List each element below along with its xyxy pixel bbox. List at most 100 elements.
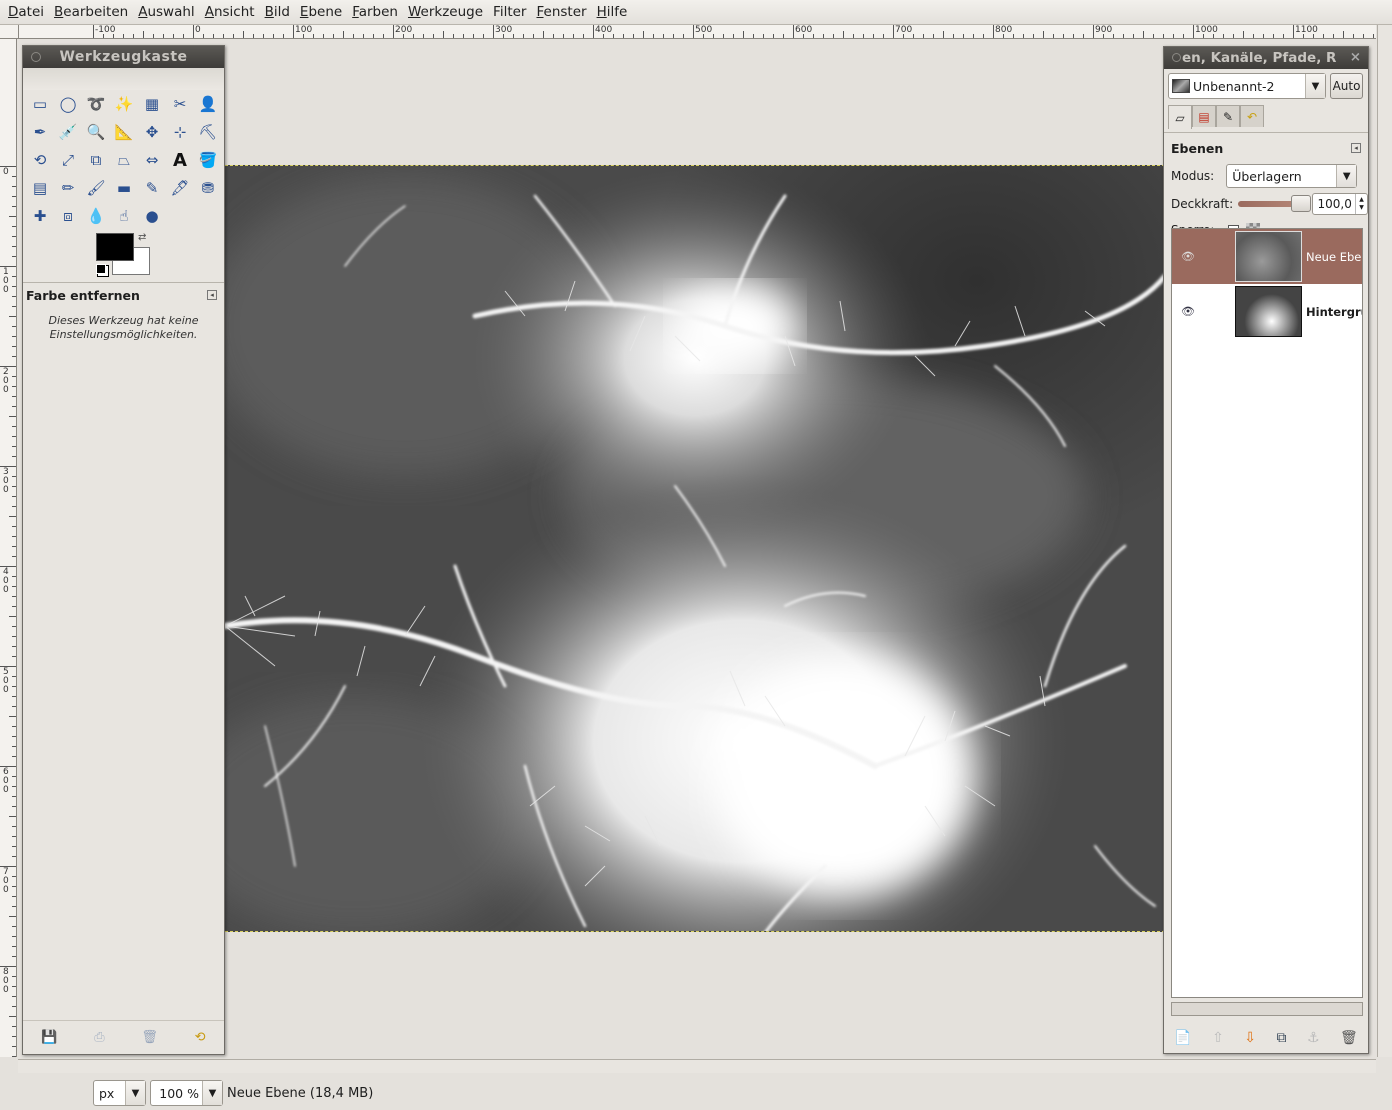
measure-icon[interactable]: 📐 xyxy=(110,118,138,146)
flip-icon[interactable]: ⇔ xyxy=(138,146,166,174)
raise-layer-icon[interactable]: ⇧ xyxy=(1212,1030,1224,1046)
scale-icon[interactable]: ⤢ xyxy=(54,146,82,174)
delete-icon[interactable]: 🗑 xyxy=(141,1030,158,1045)
layer-name: Hintergrund xyxy=(1306,304,1362,319)
clone-icon[interactable]: ⛃ xyxy=(194,174,222,202)
rotate-icon[interactable]: ⟲ xyxy=(26,146,54,174)
delete-layer-icon[interactable]: 🗑 xyxy=(1340,1030,1358,1046)
default-colors-icon[interactable] xyxy=(96,264,106,274)
close-icon[interactable]: × xyxy=(1350,49,1361,65)
image-canvas[interactable] xyxy=(225,165,1165,932)
image-selector[interactable]: Unbenannt-2 ▼ xyxy=(1168,73,1326,99)
paintbrush-icon[interactable]: 🖌 xyxy=(82,174,110,202)
opacity-slider-handle[interactable] xyxy=(1291,195,1312,212)
foreground-select-icon[interactable]: 👤 xyxy=(194,90,222,118)
menu-fenster[interactable]: Fenster xyxy=(531,0,591,25)
fuzzy-select-icon[interactable]: ✨ xyxy=(110,90,138,118)
blur-icon[interactable]: 💧 xyxy=(82,202,110,230)
opacity-slider[interactable] xyxy=(1238,195,1312,212)
ruler-label: 300 xyxy=(3,467,9,495)
menu-auswahl[interactable]: Auswahl xyxy=(133,0,199,25)
dodge-burn-icon[interactable]: ● xyxy=(138,202,166,230)
dock-titlebar[interactable]: en, Kanäle, Pfade, R × xyxy=(1164,47,1368,69)
duplicate-layer-icon[interactable]: ⧉ xyxy=(1276,1030,1286,1046)
menu-datei[interactable]: Datei xyxy=(3,0,49,25)
pencil-icon[interactable]: ✏ xyxy=(54,174,82,202)
reset-icon[interactable]: ⟲ xyxy=(195,1030,206,1045)
vertical-scrollbar[interactable] xyxy=(1377,25,1392,1057)
lower-layer-icon[interactable]: ⇩ xyxy=(1244,1030,1256,1046)
anchor-layer-icon[interactable]: ⚓ xyxy=(1307,1030,1320,1046)
unit-select[interactable]: px ▼ xyxy=(93,1080,146,1106)
menu-filter[interactable]: Filter xyxy=(488,0,531,25)
menu-bearbeiten[interactable]: Bearbeiten xyxy=(49,0,133,25)
layer-row[interactable]: 👁 Neue Ebene xyxy=(1172,229,1362,284)
ruler-tick xyxy=(1193,25,1194,38)
mode-select[interactable]: Überlagern ▼ xyxy=(1226,164,1358,188)
zoom-icon[interactable]: 🔍 xyxy=(82,118,110,146)
text-icon[interactable]: A xyxy=(166,146,194,174)
toolbox-titlebar[interactable]: Werkzeugkaste xyxy=(23,46,224,68)
chevron-down-icon: ▼ xyxy=(1336,165,1357,187)
horizontal-ruler[interactable]: -100 0 100 200 300 400 500 600 700 800 900 1000 1100 xyxy=(19,25,1376,39)
smudge-icon[interactable]: ☝ xyxy=(110,202,138,230)
select-by-color-icon[interactable]: ▦ xyxy=(138,90,166,118)
ruler-corner[interactable] xyxy=(0,25,19,39)
perspective-icon[interactable]: ⏢ xyxy=(110,146,138,174)
layer-list-scrollbar[interactable] xyxy=(1171,1002,1363,1016)
menu-ebene[interactable]: Ebene xyxy=(295,0,347,25)
opacity-input[interactable]: 100,0 ▲ ▼ xyxy=(1312,193,1368,215)
ellipse-select-icon[interactable]: ◯ xyxy=(54,90,82,118)
eraser-icon[interactable]: ▬ xyxy=(110,174,138,202)
zoom-select[interactable]: 100 % ▼ xyxy=(150,1080,223,1106)
ruler-label: 1000 xyxy=(1195,25,1218,35)
tab-paths[interactable]: ✎ xyxy=(1216,105,1240,127)
paths-icon: ✎ xyxy=(1222,109,1234,124)
menu-werkzeuge[interactable]: Werkzeuge xyxy=(403,0,488,25)
menu-ansicht[interactable]: Ansicht xyxy=(200,0,260,25)
crop-icon[interactable]: ⛏ xyxy=(194,118,222,146)
menu-bar: Datei Bearbeiten Auswahl Ansicht Bild Ebene Fa… xyxy=(0,0,1392,25)
opacity-value: 100,0 xyxy=(1317,197,1352,211)
color-picker-icon[interactable]: 💉 xyxy=(54,118,82,146)
foreground-color-swatch[interactable] xyxy=(96,233,134,261)
scissors-icon[interactable]: ✂ xyxy=(166,90,194,118)
menu-hilfe[interactable]: Hilfe xyxy=(592,0,633,25)
perspective-clone-icon[interactable]: ⧈ xyxy=(54,202,82,230)
auto-button[interactable]: Auto xyxy=(1330,73,1363,99)
align-icon[interactable]: ⊹ xyxy=(166,118,194,146)
eye-icon[interactable]: 👁 xyxy=(1172,305,1204,318)
eye-icon[interactable]: 👁 xyxy=(1172,250,1204,263)
horizontal-scrollbar[interactable] xyxy=(18,1059,1376,1073)
bucket-fill-icon[interactable]: 🪣 xyxy=(194,146,222,174)
layer-row[interactable]: 👁 Hintergrund xyxy=(1172,284,1362,339)
tab-layers[interactable]: ▱ xyxy=(1168,105,1192,129)
ink-icon[interactable]: 🖋 xyxy=(166,174,194,202)
save-icon[interactable]: 💾 xyxy=(41,1030,57,1045)
lasso-icon[interactable]: ➰ xyxy=(82,90,110,118)
rect-select-icon[interactable]: ▭ xyxy=(26,90,54,118)
ruler-tick xyxy=(993,25,994,38)
window-menu-icon[interactable] xyxy=(31,52,41,62)
move-icon[interactable]: ✥ xyxy=(138,118,166,146)
paths-icon[interactable]: ✒ xyxy=(26,118,54,146)
tab-channels[interactable]: ▤ xyxy=(1192,105,1216,127)
spin-arrows-icon[interactable]: ▲ ▼ xyxy=(1355,194,1367,214)
shear-icon[interactable]: ⧉ xyxy=(82,146,110,174)
panel-menu-icon[interactable]: ◂ xyxy=(1351,143,1361,153)
heal-icon[interactable]: ✚ xyxy=(26,202,54,230)
dock-title: en, Kanäle, Pfade, R xyxy=(1182,50,1337,66)
new-layer-icon[interactable]: 📄 xyxy=(1174,1030,1191,1046)
ruler-label: 700 xyxy=(3,867,9,895)
window-menu-icon[interactable] xyxy=(1172,53,1181,62)
tool-options-menu-icon[interactable]: ◂ xyxy=(207,290,217,300)
layer-thumbnail xyxy=(1235,286,1302,337)
tab-undo[interactable]: ↶ xyxy=(1240,105,1264,127)
blend-icon[interactable]: ▤ xyxy=(26,174,54,202)
restore-icon[interactable]: ⎙ xyxy=(94,1030,104,1045)
menu-farben[interactable]: Farben xyxy=(347,0,403,25)
menu-bild[interactable]: Bild xyxy=(260,0,295,25)
vertical-ruler[interactable]: 0 100 200 300 400 500 600 700 800 xyxy=(0,39,17,1057)
swap-colors-icon[interactable]: ⇄ xyxy=(138,232,146,243)
airbrush-icon[interactable]: ✎ xyxy=(138,174,166,202)
